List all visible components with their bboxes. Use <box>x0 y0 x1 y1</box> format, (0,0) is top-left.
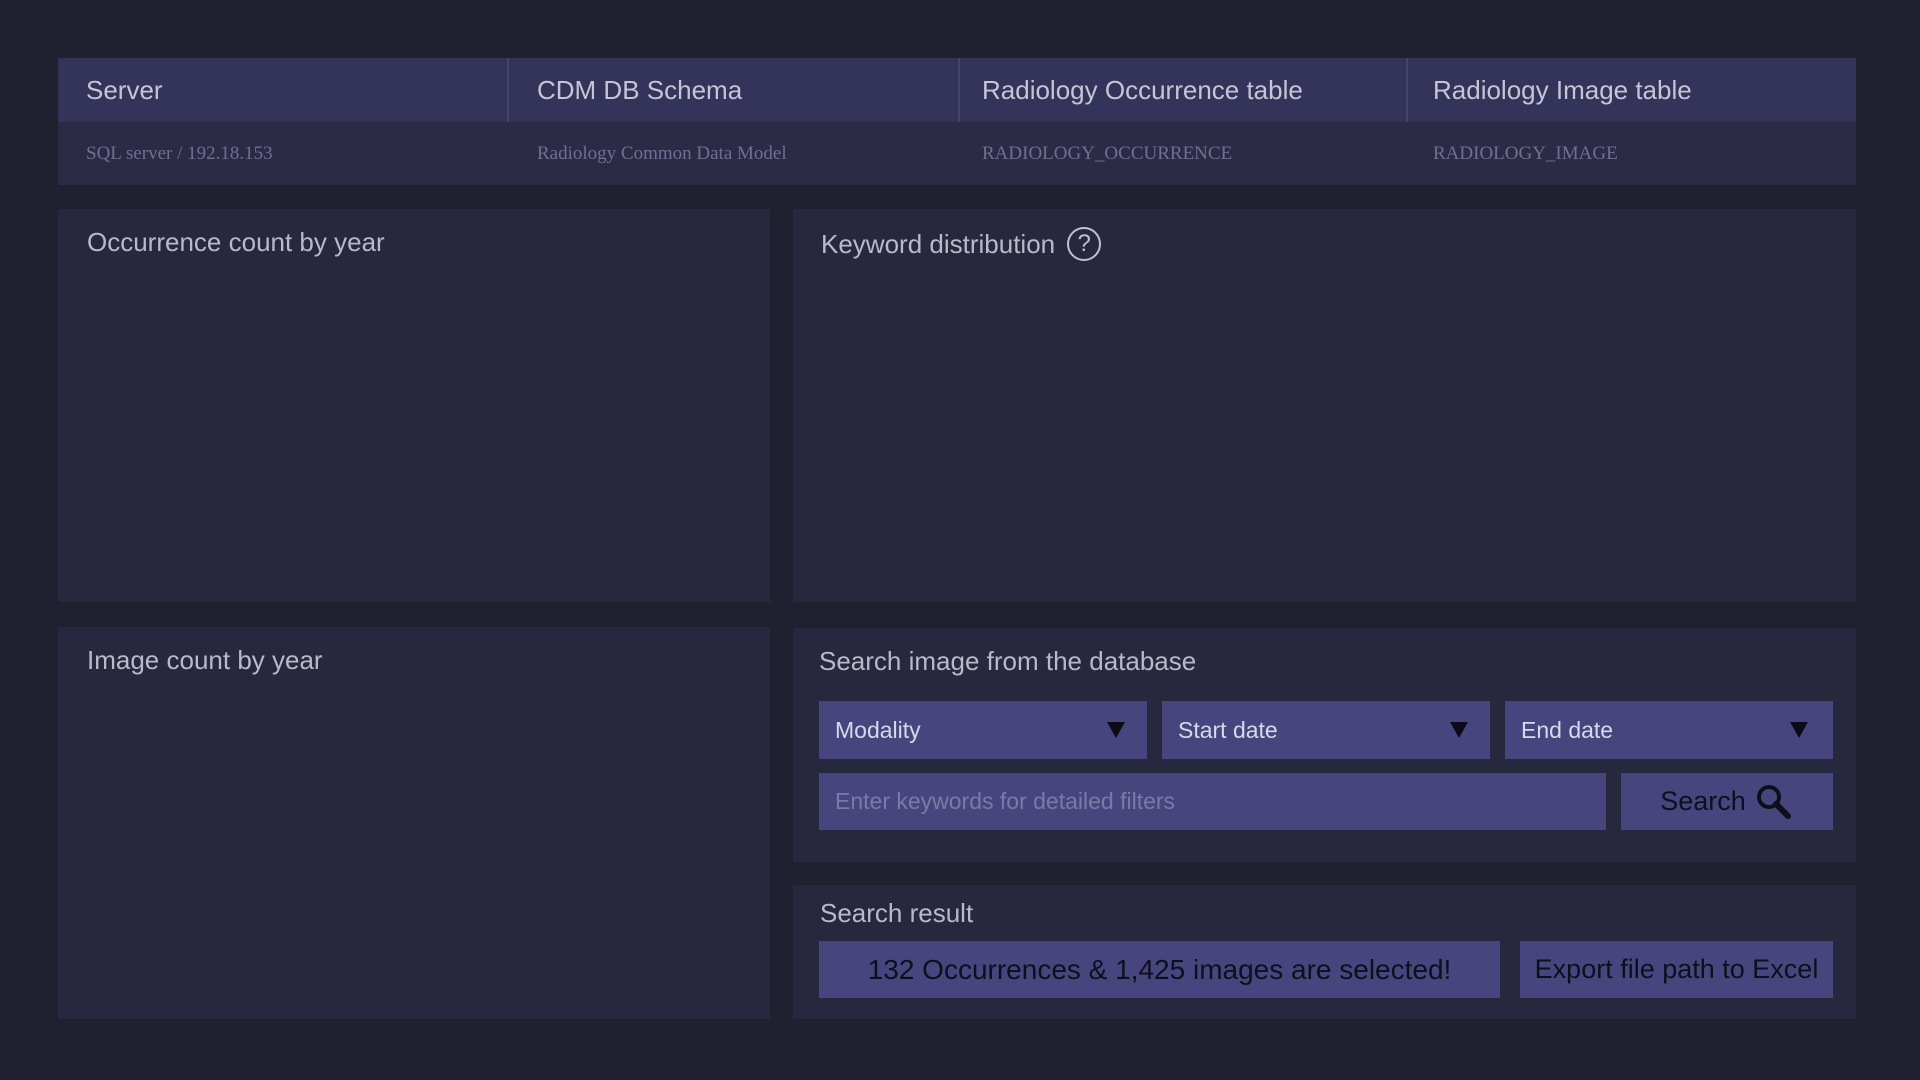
modality-dropdown[interactable]: Modality <box>819 701 1147 759</box>
value-radiology-image-table: RADIOLOGY_IMAGE <box>1433 142 1618 164</box>
export-excel-button-label: Export file path to Excel <box>1534 954 1819 984</box>
info-table-header-row: Server CDM DB Schema Radiology Occurrenc… <box>58 58 1856 122</box>
keyword-filter-input[interactable] <box>819 773 1606 830</box>
image-count-title: Image count by year <box>87 645 323 675</box>
keyword-distribution-header: Keyword distribution ? <box>821 227 1102 261</box>
search-button[interactable]: Search <box>1621 773 1833 830</box>
search-button-label: Search <box>1660 786 1746 816</box>
search-result-title: Search result <box>820 898 974 928</box>
image-count-panel: Image count by year <box>58 627 770 1019</box>
start-date-dropdown-label: Start date <box>1178 716 1278 743</box>
end-date-dropdown[interactable]: End date <box>1505 701 1833 759</box>
header-cdm-db-schema: CDM DB Schema <box>509 58 960 122</box>
result-summary-banner: 132 Occurrences & 1,425 images are selec… <box>819 941 1500 998</box>
triangle-down-icon <box>1107 722 1125 738</box>
header-radiology-occurrence-table: Radiology Occurrence table <box>960 58 1408 122</box>
header-radiology-image-table: Radiology Image table <box>1433 74 1692 105</box>
value-radiology-occurrence-table: RADIOLOGY_OCCURRENCE <box>982 142 1233 164</box>
magnifier-icon <box>1756 784 1791 819</box>
help-circle-icon[interactable]: ? <box>1067 227 1102 261</box>
header-server: Server <box>58 58 509 122</box>
value-server: SQL server / 192.18.153 <box>86 142 273 164</box>
end-date-dropdown-label: End date <box>1521 716 1614 743</box>
triangle-down-icon <box>1790 722 1808 738</box>
keyword-distribution-title: Keyword distribution <box>821 228 1056 259</box>
info-table-value-row: SQL server / 192.18.153 Radiology Common… <box>58 122 1856 185</box>
keyword-distribution-panel: Keyword distribution ? <box>793 209 1856 602</box>
occurrence-count-title: Occurrence count by year <box>87 227 385 257</box>
value-cdm-db-schema: Radiology Common Data Model <box>537 142 787 164</box>
database-info-table: Server CDM DB Schema Radiology Occurrenc… <box>58 58 1856 185</box>
modality-dropdown-label: Modality <box>835 716 921 743</box>
occurrence-count-panel: Occurrence count by year <box>58 209 770 602</box>
search-panel-title: Search image from the database <box>819 646 1197 676</box>
start-date-dropdown[interactable]: Start date <box>1162 701 1490 759</box>
export-excel-button[interactable]: Export file path to Excel <box>1520 941 1833 998</box>
triangle-down-icon <box>1450 722 1468 738</box>
